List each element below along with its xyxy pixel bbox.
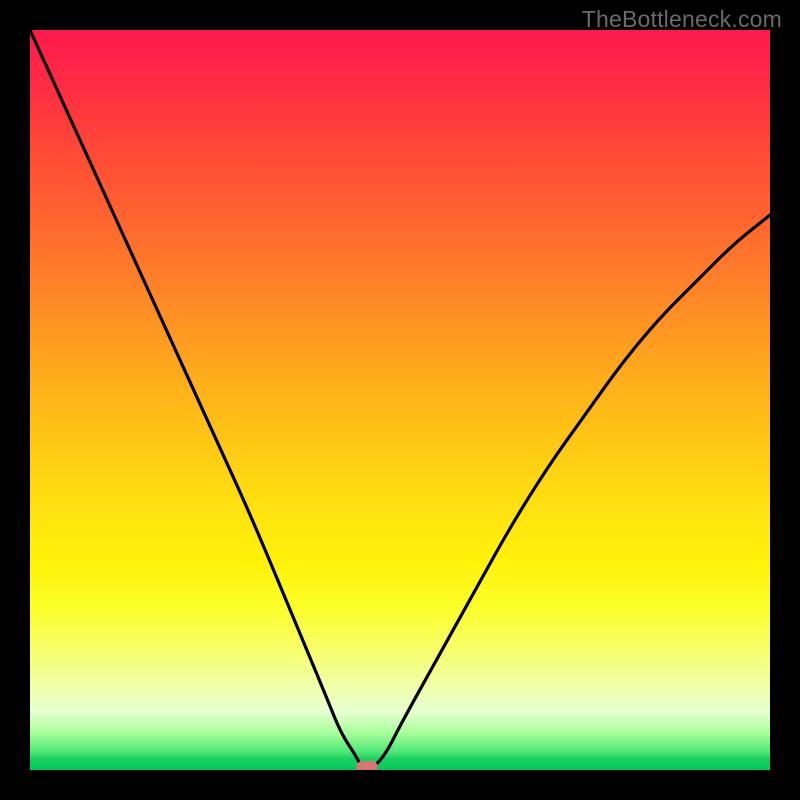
bottleneck-curve-line — [30, 30, 770, 770]
curve-svg — [30, 30, 770, 770]
plot-area — [30, 30, 770, 770]
minimum-marker — [356, 761, 378, 770]
watermark-text: TheBottleneck.com — [582, 6, 782, 33]
chart-container: TheBottleneck.com — [0, 0, 800, 800]
